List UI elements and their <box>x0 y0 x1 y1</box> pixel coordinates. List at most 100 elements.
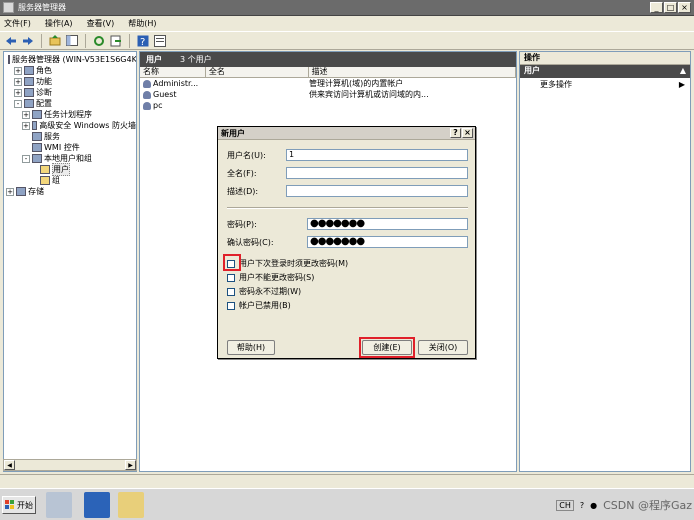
dialog-close-icon[interactable]: × <box>462 128 473 138</box>
description-field[interactable] <box>286 185 468 197</box>
dialog-help-icon[interactable]: ? <box>450 128 461 138</box>
must-change-password-label: 用户下次登录时须更改密码(M) <box>239 259 349 268</box>
tree-item[interactable]: + 诊断 <box>4 87 136 98</box>
minimize-button[interactable]: _ <box>650 2 663 13</box>
column-name[interactable]: 名称 <box>140 67 206 77</box>
password-never-expires-option[interactable]: 密码永不过期(W) <box>227 286 301 297</box>
expand-toggle-icon[interactable]: + <box>14 77 22 86</box>
refresh-icon[interactable] <box>92 34 106 48</box>
tree-item[interactable]: 服务 <box>4 131 136 142</box>
actions-section-users[interactable]: 用户 ▲ <box>520 65 690 78</box>
user-row[interactable]: pc <box>140 100 516 111</box>
column-fullname[interactable]: 全名 <box>206 67 309 77</box>
tree-item[interactable]: + 功能 <box>4 76 136 87</box>
tree-item[interactable]: - 本地用户和组 <box>4 153 136 164</box>
windows-logo-icon <box>5 500 14 509</box>
close-button[interactable]: × <box>678 2 691 13</box>
username-field[interactable]: 1 <box>286 149 468 161</box>
tree-item[interactable]: WMI 控件 <box>4 142 136 153</box>
back-icon[interactable] <box>4 34 18 48</box>
more-actions-item[interactable]: 更多操作 ▶ <box>520 78 690 91</box>
properties-icon[interactable] <box>153 34 167 48</box>
actions-section-label: 用户 <box>524 66 540 75</box>
help-icon[interactable]: ? <box>136 34 150 48</box>
tree-item-label: 诊断 <box>36 88 52 97</box>
password-field[interactable]: ●●●●●●● <box>307 218 468 230</box>
tree-item-label: 任务计划程序 <box>44 110 92 119</box>
menu-file[interactable]: 文件(F) <box>4 18 31 29</box>
column-description[interactable]: 描述 <box>309 67 516 77</box>
tree-item-label: WMI 控件 <box>44 143 80 152</box>
start-label: 开始 <box>17 500 33 510</box>
menu-help[interactable]: 帮助(H) <box>128 18 156 29</box>
tree-item[interactable]: - 配置 <box>4 98 136 109</box>
powershell-taskbar-icon[interactable] <box>84 492 110 518</box>
export-icon[interactable] <box>109 34 123 48</box>
tree-item[interactable]: + 高级安全 Windows 防火墙 <box>4 120 136 131</box>
user-description: 供来宾访问计算机或访问域的内... <box>309 90 429 99</box>
expand-toggle-icon[interactable]: - <box>22 154 30 163</box>
username-label: 用户名(U): <box>227 150 266 160</box>
password-never-expires-checkbox[interactable] <box>227 287 235 296</box>
console-tree[interactable]: 服务器管理器 (WIN-V53E1S6G4K + 角色 + 功能 + 诊断 - 配置 + 任务计划程… <box>3 51 137 472</box>
tree-item[interactable]: + 角色 <box>4 65 136 76</box>
menu-view[interactable]: 查看(V) <box>87 18 115 29</box>
tree-item-label: 存储 <box>28 187 44 196</box>
up-icon[interactable] <box>48 34 62 48</box>
window-title: 服务器管理器 <box>18 3 66 12</box>
server-manager-taskbar-icon[interactable] <box>46 492 72 518</box>
expand-toggle-icon[interactable]: + <box>22 110 30 119</box>
cannot-change-password-option[interactable]: 用户不能更改密码(S) <box>227 272 314 283</box>
tree-item[interactable]: 用户 <box>4 163 136 176</box>
expand-toggle-icon[interactable]: + <box>14 66 22 75</box>
start-button[interactable]: 开始 <box>2 496 36 514</box>
confirm-password-field[interactable]: ●●●●●●● <box>307 236 468 248</box>
cannot-change-password-label: 用户不能更改密码(S) <box>239 273 315 282</box>
actions-pane: 操作 用户 ▲ 更多操作 ▶ <box>519 51 691 472</box>
actions-title: 操作 <box>520 52 690 65</box>
expand-toggle-icon[interactable]: - <box>14 99 22 108</box>
cannot-change-password-checkbox[interactable] <box>227 273 235 282</box>
user-row[interactable]: Administr... 管理计算机(域)的内置帐户 <box>140 78 516 89</box>
account-disabled-checkbox[interactable] <box>227 301 235 310</box>
maximize-button[interactable]: □ <box>664 2 677 13</box>
password-label: 密码(P): <box>227 219 257 229</box>
highlight-box-checkbox <box>223 254 241 271</box>
must-change-password-option[interactable]: 用户下次登录时须更改密码(M) <box>227 258 348 269</box>
tree-item[interactable]: + 存储 <box>4 186 136 197</box>
close-dialog-button[interactable]: 关闭(O) <box>418 340 468 355</box>
tree-item-label: 服务器管理器 (WIN-V53E1S6G4K <box>12 55 137 64</box>
expand-toggle-icon[interactable]: + <box>6 187 14 196</box>
tree-item[interactable]: 组 <box>4 175 136 186</box>
expand-toggle-icon[interactable]: + <box>22 121 30 130</box>
toolbar-separator <box>85 33 86 48</box>
tree-node-icon <box>32 132 42 141</box>
account-disabled-option[interactable]: 帐户已禁用(B) <box>227 300 291 311</box>
watermark-text: CSDN @程序Gaz <box>603 499 692 512</box>
scroll-left-icon[interactable]: ◀ <box>4 460 15 470</box>
explorer-taskbar-icon[interactable] <box>118 492 144 518</box>
fullname-field[interactable] <box>286 167 468 179</box>
show-hide-tree-icon[interactable] <box>65 34 79 48</box>
tree-item[interactable]: + 任务计划程序 <box>4 109 136 120</box>
collapse-icon[interactable]: ▲ <box>680 65 686 77</box>
user-name: Guest <box>153 90 177 99</box>
dialog-divider <box>227 207 468 209</box>
user-icon <box>143 101 151 110</box>
more-actions-label: 更多操作 <box>540 80 572 89</box>
taskbar: 开始 CH ? ● CSDN @程序Gaz <box>0 488 694 520</box>
tree-item-label: 组 <box>52 176 60 185</box>
expand-toggle-icon[interactable]: + <box>14 88 22 97</box>
tree-horizontal-scrollbar[interactable]: ◀ ▶ <box>3 459 137 471</box>
language-indicator[interactable]: CH <box>556 499 574 511</box>
tree-item[interactable]: 服务器管理器 (WIN-V53E1S6G4K <box>4 54 136 65</box>
help-button[interactable]: 帮助(H) <box>227 340 275 355</box>
scroll-right-icon[interactable]: ▶ <box>125 460 136 470</box>
network-tray-icon[interactable]: ● <box>590 501 597 510</box>
password-never-expires-label: 密码永不过期(W) <box>239 287 302 296</box>
help-tray-icon[interactable]: ? <box>580 501 584 510</box>
user-row[interactable]: Guest 供来宾访问计算机或访问域的内... <box>140 89 516 100</box>
menu-action[interactable]: 操作(A) <box>45 18 73 29</box>
toolbar: ? <box>0 32 694 50</box>
forward-icon[interactable] <box>21 34 35 48</box>
